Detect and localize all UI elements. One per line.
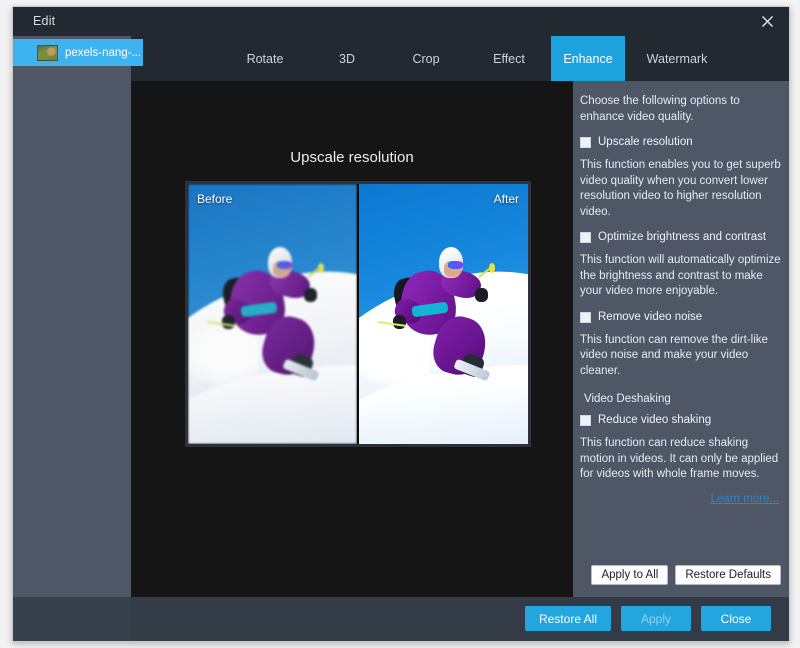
checkbox-icon[interactable] bbox=[580, 137, 591, 148]
footer-button-group: Restore All Apply Close bbox=[524, 606, 771, 631]
checkbox-icon[interactable] bbox=[580, 232, 591, 243]
close-icon[interactable] bbox=[750, 7, 784, 36]
checkbox-icon[interactable] bbox=[580, 415, 591, 426]
tab-rotate[interactable]: Rotate bbox=[229, 36, 301, 81]
before-after-compare: Before After bbox=[185, 181, 531, 447]
apply-button[interactable]: Apply bbox=[621, 606, 691, 631]
checkbox-icon[interactable] bbox=[580, 311, 591, 323]
close-button[interactable]: Close bbox=[701, 606, 771, 631]
edit-window: Edit Rotate 3D Crop Effect Enhance Water… bbox=[12, 6, 790, 642]
after-pane: After bbox=[357, 184, 528, 444]
before-pane: Before bbox=[188, 184, 357, 444]
tab-watermark[interactable]: Watermark bbox=[631, 36, 723, 81]
footer-sidebar-spacer bbox=[13, 597, 131, 641]
remove-noise-description: This function can remove the dirt-like v… bbox=[580, 333, 768, 377]
reduce-shaking-description: This function can reduce shaking motion … bbox=[580, 437, 779, 480]
after-image bbox=[359, 184, 528, 444]
checkbox-reduce-video-shaking[interactable]: Reduce video shaking bbox=[580, 413, 781, 427]
before-label: Before bbox=[197, 192, 233, 206]
checkbox-upscale-resolution[interactable]: Upscale resolution bbox=[580, 135, 781, 149]
panel-button-group: Apply to All Restore Defaults bbox=[591, 565, 781, 585]
clip-sidebar: pexels-nang-... bbox=[13, 36, 143, 597]
video-deshaking-group-label: Video Deshaking bbox=[584, 393, 671, 405]
title-bar: Edit bbox=[13, 7, 789, 36]
enhance-options-panel: Choose the following options to enhance … bbox=[573, 81, 789, 597]
video-thumbnail-icon bbox=[37, 44, 58, 61]
restore-defaults-button[interactable]: Restore Defaults bbox=[675, 565, 781, 585]
tab-3d[interactable]: 3D bbox=[317, 36, 377, 81]
preview-title: Upscale resolution bbox=[290, 149, 414, 166]
preview-stage: Upscale resolution Before After bbox=[131, 81, 573, 597]
checkbox-label: Optimize brightness and contrast bbox=[598, 231, 767, 243]
restore-all-button[interactable]: Restore All bbox=[524, 606, 611, 631]
optimize-brightness-description: This function will automatically optimiz… bbox=[580, 254, 781, 297]
edit-tabs: Rotate 3D Crop Effect Enhance Watermark bbox=[131, 36, 789, 81]
tab-enhance[interactable]: Enhance bbox=[551, 36, 625, 81]
checkbox-label: Remove video noise bbox=[598, 310, 703, 323]
footer-bar: Restore All Apply Close bbox=[13, 597, 789, 641]
sidebar-item-clip[interactable]: pexels-nang-... bbox=[13, 39, 143, 66]
window-title: Edit bbox=[33, 14, 56, 28]
checkbox-label: Upscale resolution bbox=[598, 136, 693, 148]
checkbox-label: Reduce video shaking bbox=[598, 414, 712, 426]
checkbox-remove-video-noise[interactable]: Remove video noise bbox=[580, 310, 781, 324]
tab-effect[interactable]: Effect bbox=[475, 36, 543, 81]
apply-to-all-button[interactable]: Apply to All bbox=[591, 565, 669, 585]
options-intro: Choose the following options to enhance … bbox=[580, 95, 740, 123]
clip-name-label: pexels-nang-... bbox=[65, 46, 142, 59]
before-image bbox=[188, 184, 357, 444]
learn-more-link[interactable]: Learn more... bbox=[580, 493, 779, 505]
checkbox-optimize-brightness-contrast[interactable]: Optimize brightness and contrast bbox=[580, 230, 781, 244]
upscale-resolution-description: This function enables you to get superb … bbox=[580, 159, 781, 218]
after-label: After bbox=[493, 192, 519, 206]
tab-crop[interactable]: Crop bbox=[393, 36, 459, 81]
